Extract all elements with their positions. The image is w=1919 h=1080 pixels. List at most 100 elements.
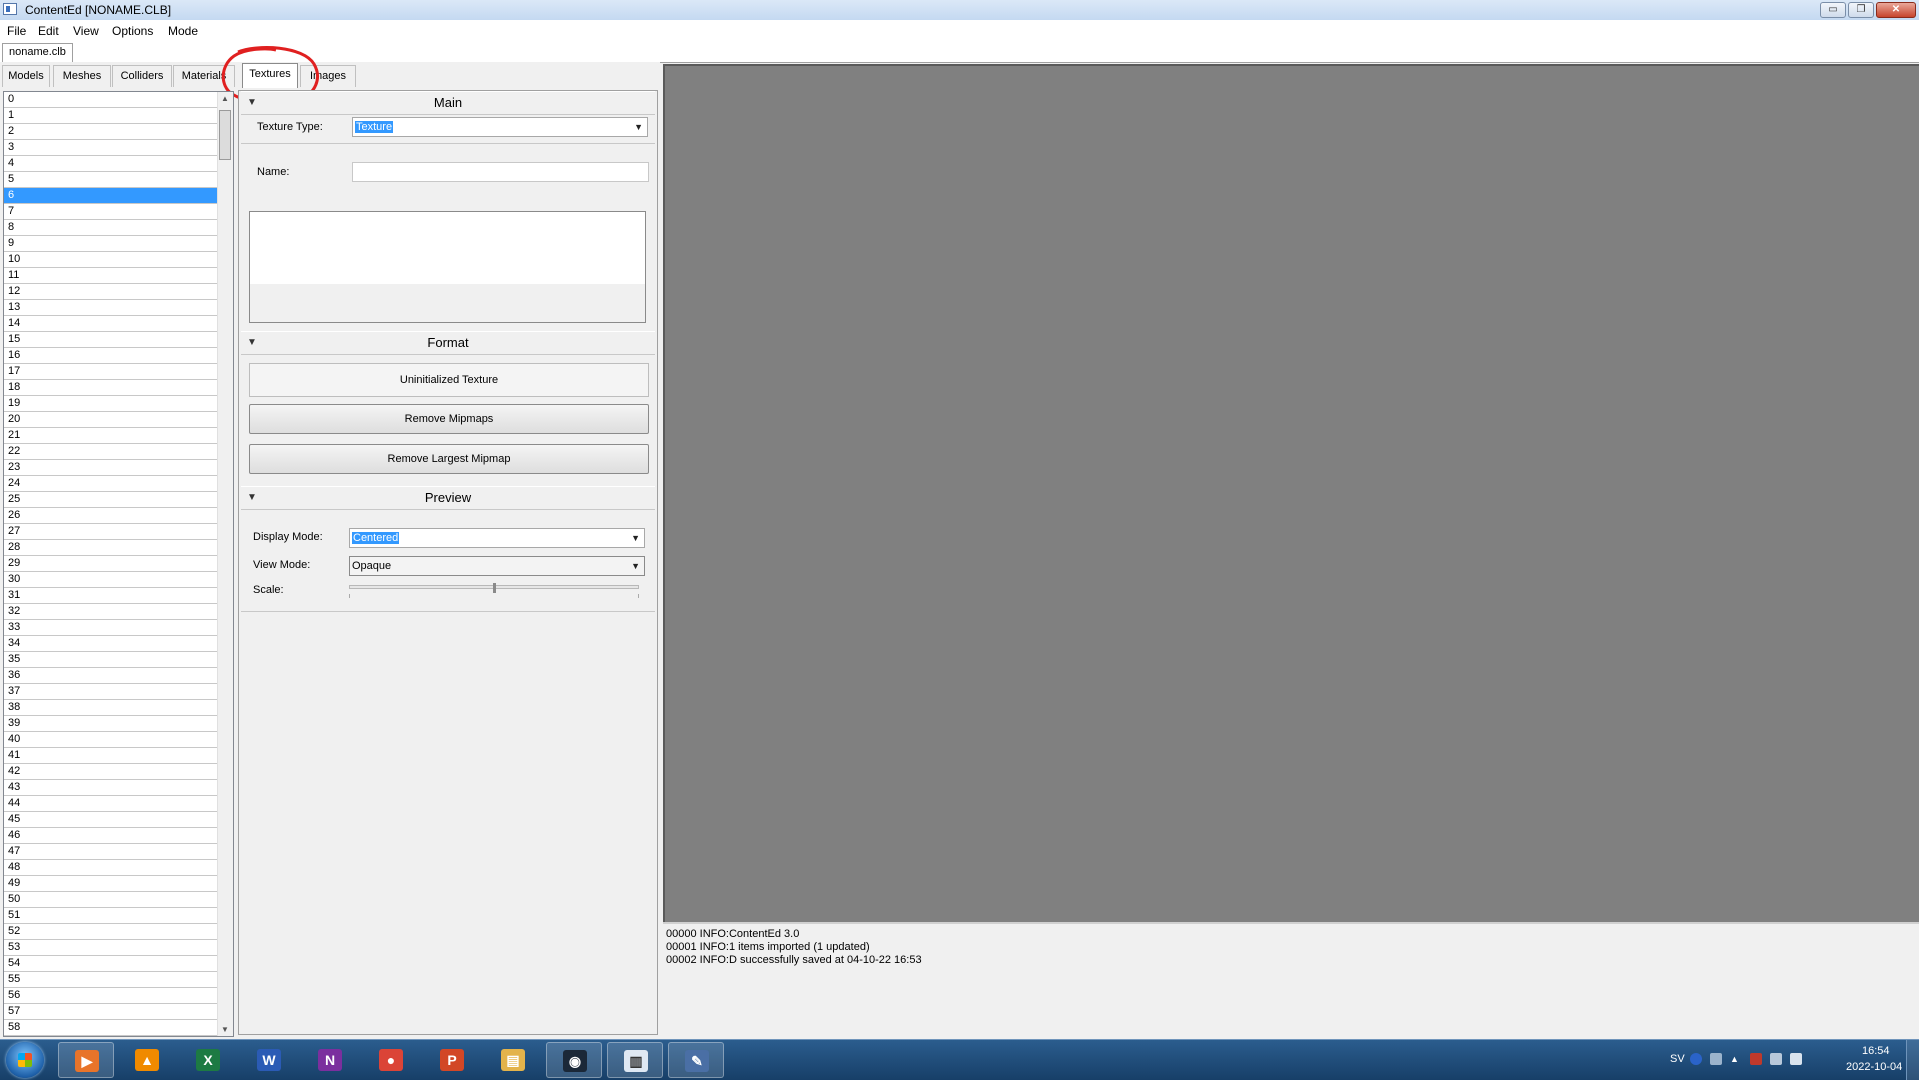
slider-thumb[interactable] (493, 583, 496, 593)
list-item[interactable]: 52 (4, 924, 219, 940)
list-item[interactable]: 22 (4, 444, 219, 460)
list-item[interactable]: 8 (4, 220, 219, 236)
action-center-icon[interactable] (1750, 1053, 1762, 1065)
list-item[interactable]: 4 (4, 156, 219, 172)
texture-index-list[interactable]: 0 1 2 3 4 5 6 7 8 9 10 11 12 13 14 15 16 17 18 19 20 21 22 23 24… (3, 91, 234, 1037)
taskbar-app-editor[interactable]: ✎ (668, 1042, 724, 1078)
list-item[interactable]: 16 (4, 348, 219, 364)
scroll-down-arrow[interactable]: ▼ (221, 1025, 229, 1034)
menu-view[interactable]: View (73, 24, 99, 38)
taskbar-app-steam[interactable]: ◉ (546, 1042, 602, 1078)
list-item[interactable]: 56 (4, 988, 219, 1004)
section-preview-header[interactable]: ▼ Preview (241, 486, 655, 510)
list-item[interactable]: 53 (4, 940, 219, 956)
list-item[interactable]: 45 (4, 812, 219, 828)
list-item[interactable]: 37 (4, 684, 219, 700)
texture-preview-viewport[interactable] (663, 64, 1919, 922)
scale-slider[interactable] (349, 583, 639, 598)
taskbar-app-explorer[interactable]: ▤ (485, 1042, 541, 1078)
list-scrollbar[interactable]: ▲ ▼ (217, 92, 233, 1036)
name-input[interactable] (352, 162, 649, 182)
list-item[interactable]: 2 (4, 124, 219, 140)
list-item[interactable]: 34 (4, 636, 219, 652)
list-item[interactable]: 21 (4, 428, 219, 444)
list-item[interactable]: 32 (4, 604, 219, 620)
section-format-header[interactable]: ▼ Format (241, 331, 655, 355)
list-item[interactable]: 30 (4, 572, 219, 588)
taskbar-app-excel[interactable]: X (180, 1042, 236, 1078)
taskbar-app-onenote[interactable]: N (302, 1042, 358, 1078)
list-item[interactable]: 3 (4, 140, 219, 156)
tab-images[interactable]: Images (300, 65, 356, 87)
tab-textures[interactable]: Textures (242, 63, 298, 88)
taskbar-app-contented[interactable]: ▥ (607, 1042, 663, 1078)
menu-mode[interactable]: Mode (168, 24, 198, 38)
list-item[interactable]: 27 (4, 524, 219, 540)
list-item[interactable]: 42 (4, 764, 219, 780)
list-item[interactable]: 35 (4, 652, 219, 668)
list-item[interactable]: 39 (4, 716, 219, 732)
list-item[interactable]: 33 (4, 620, 219, 636)
show-desktop-button[interactable] (1906, 1040, 1919, 1080)
list-item[interactable]: 23 (4, 460, 219, 476)
clock-time[interactable]: 16:54 (1862, 1045, 1890, 1057)
list-item[interactable]: 50 (4, 892, 219, 908)
list-item[interactable]: 7 (4, 204, 219, 220)
list-item[interactable]: 36 (4, 668, 219, 684)
list-item[interactable]: 1 (4, 108, 219, 124)
list-item[interactable]: 11 (4, 268, 219, 284)
list-item[interactable]: 44 (4, 796, 219, 812)
list-item[interactable]: 9 (4, 236, 219, 252)
menu-options[interactable]: Options (112, 24, 153, 38)
list-item[interactable]: 18 (4, 380, 219, 396)
tab-meshes[interactable]: Meshes (53, 65, 111, 87)
section-main-header[interactable]: ▼ Main (241, 91, 655, 115)
list-item[interactable]: 58 (4, 1020, 219, 1036)
view-mode-select[interactable]: Opaque ▼ (349, 556, 645, 576)
tab-models[interactable]: Models (2, 65, 50, 87)
menu-file[interactable]: File (7, 24, 26, 38)
list-item[interactable]: 6 (4, 188, 219, 204)
volume-icon[interactable] (1790, 1053, 1802, 1065)
list-item[interactable]: 29 (4, 556, 219, 572)
tab-materials[interactable]: Materials (173, 65, 235, 87)
taskbar-app-media-player[interactable]: ▶ (58, 1042, 114, 1078)
list-item[interactable]: 17 (4, 364, 219, 380)
display-mode-select[interactable]: Centered ▼ (349, 528, 645, 548)
list-item[interactable]: 43 (4, 780, 219, 796)
list-item[interactable]: 20 (4, 412, 219, 428)
description-textarea[interactable] (249, 211, 646, 323)
list-item[interactable]: 38 (4, 700, 219, 716)
menu-edit[interactable]: Edit (38, 24, 59, 38)
texture-type-select[interactable]: Texture ▼ (352, 117, 648, 137)
list-item[interactable]: 5 (4, 172, 219, 188)
taskbar-app-vlc[interactable]: ▲ (119, 1042, 175, 1078)
list-item[interactable]: 14 (4, 316, 219, 332)
remove-largest-mipmap-button[interactable]: Remove Largest Mipmap (249, 444, 649, 474)
list-item[interactable]: 0 (4, 92, 219, 108)
close-button[interactable]: ✕ (1876, 2, 1916, 18)
list-item[interactable]: 26 (4, 508, 219, 524)
list-item[interactable]: 24 (4, 476, 219, 492)
maximize-button[interactable]: ❐ (1848, 2, 1874, 18)
list-item[interactable]: 31 (4, 588, 219, 604)
scroll-up-arrow[interactable]: ▲ (221, 94, 229, 103)
list-item[interactable]: 46 (4, 828, 219, 844)
language-indicator[interactable]: SV (1670, 1053, 1685, 1065)
list-item[interactable]: 40 (4, 732, 219, 748)
notification-icon[interactable] (1710, 1053, 1722, 1065)
scroll-thumb[interactable] (219, 110, 231, 160)
list-item[interactable]: 55 (4, 972, 219, 988)
help-icon[interactable] (1690, 1053, 1702, 1065)
list-item[interactable]: 15 (4, 332, 219, 348)
network-icon[interactable] (1770, 1053, 1782, 1065)
remove-mipmaps-button[interactable]: Remove Mipmaps (249, 404, 649, 434)
list-item[interactable]: 49 (4, 876, 219, 892)
start-button[interactable] (6, 1042, 44, 1078)
clock-date[interactable]: 2022-10-04 (1846, 1061, 1902, 1073)
tray-expand-icon[interactable]: ▲ (1730, 1053, 1742, 1065)
list-item[interactable]: 19 (4, 396, 219, 412)
list-item[interactable]: 10 (4, 252, 219, 268)
taskbar-app-powerpoint[interactable]: P (424, 1042, 480, 1078)
minimize-button[interactable]: ▭ (1820, 2, 1846, 18)
